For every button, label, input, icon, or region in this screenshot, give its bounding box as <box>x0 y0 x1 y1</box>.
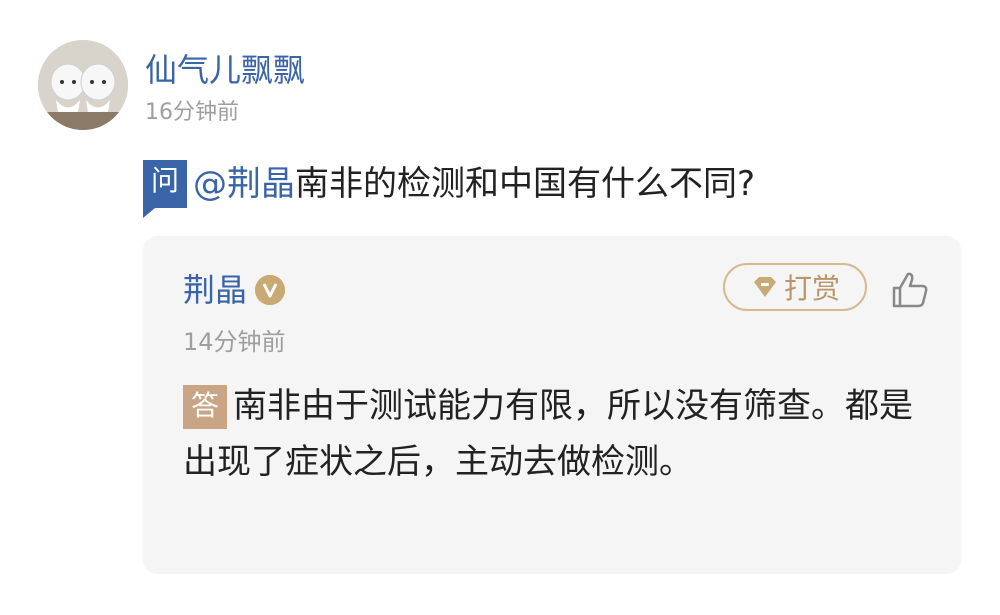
thumbs-up-icon[interactable] <box>888 268 932 312</box>
question-badge: 问 <box>143 160 187 218</box>
answer-card: 荆晶 打赏 14分钟前 答南非由于测试能力有限，所以没有筛查。都是出现了症状之后… <box>143 236 961 574</box>
post-author-name[interactable]: 仙气儿飘飘 <box>145 50 305 90</box>
answer-text: 南非由于测试能力有限，所以没有筛查。都是出现了症状之后，主动去做检测。 <box>183 386 913 482</box>
tip-button[interactable]: 打赏 <box>723 263 867 311</box>
post-timestamp: 16分钟前 <box>145 100 239 125</box>
gem-icon <box>750 272 780 302</box>
answer-badge: 答 <box>183 385 227 429</box>
mention-link[interactable]: @荆晶 <box>193 158 295 210</box>
user-avatar[interactable] <box>38 40 128 130</box>
tip-label: 打赏 <box>783 272 840 305</box>
answerer[interactable]: 荆晶 <box>183 268 286 312</box>
avatar-image-icon <box>38 40 128 130</box>
answerer-name[interactable]: 荆晶 <box>183 268 247 312</box>
question-text: 南非的检测和中国有什么不同? <box>295 164 756 204</box>
answer-timestamp: 14分钟前 <box>183 328 286 356</box>
question: 问 @荆晶 南非的检测和中国有什么不同? <box>143 158 756 218</box>
answer-content: 答南非由于测试能力有限，所以没有筛查。都是出现了症状之后，主动去做检测。 <box>183 378 923 490</box>
verified-badge-icon <box>255 275 286 305</box>
